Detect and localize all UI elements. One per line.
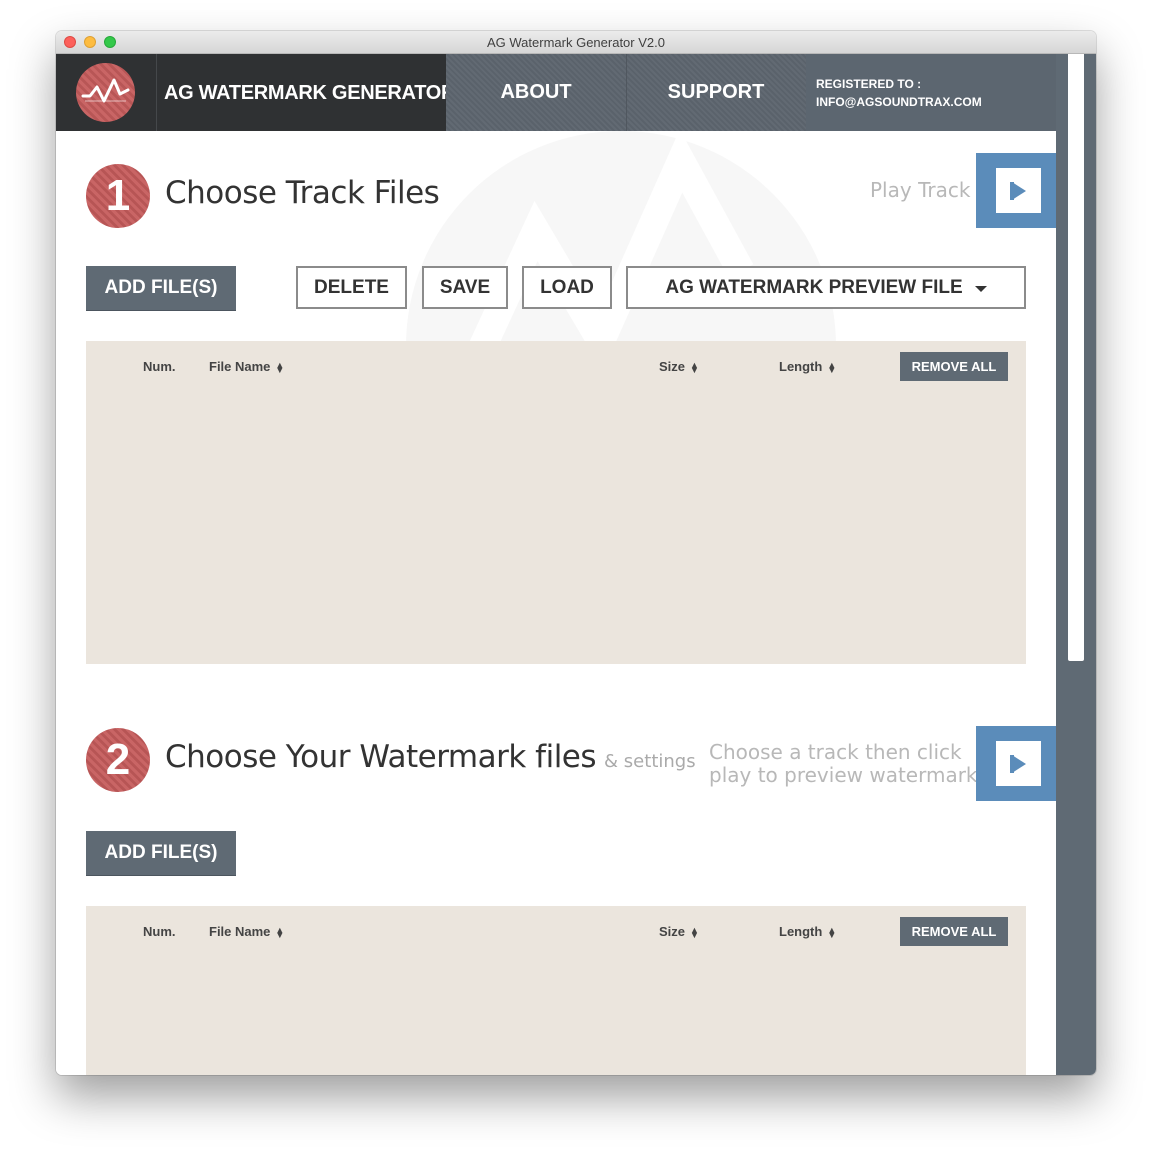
main-content: 1 Choose Track Files Play Track ADD FILE… — [56, 131, 1056, 1075]
registered-label: REGISTERED TO : — [816, 77, 922, 91]
step-2-subtitle: & settings — [604, 751, 696, 772]
col-length[interactable]: Length ▲ ▼ — [779, 924, 836, 939]
app-logo-icon — [76, 63, 135, 122]
app-window: AG Watermark Generator V2.0 AG WATERMARK… — [56, 31, 1096, 1075]
registered-email: INFO@AGSOUNDTRAX.COM — [816, 95, 982, 109]
play-track-icon-box — [996, 168, 1041, 213]
sort-icon: ▲ ▼ — [690, 359, 699, 375]
preset-select-value: AG WATERMARK PREVIEW FILE — [665, 276, 963, 298]
step-2-badge: 2 — [86, 728, 150, 792]
sort-icon: ▲ ▼ — [827, 359, 837, 375]
sort-icon: ▲ ▼ — [690, 924, 699, 940]
remove-all-watermarks-button[interactable]: REMOVE ALL — [900, 917, 1008, 946]
col-size[interactable]: Size ▲ ▼ — [659, 924, 699, 939]
track-files-table[interactable]: Num. File Name ▲ ▼ Size ▲ ▼ Length ▲ ▼ REMOVE … — [86, 341, 1026, 664]
add-watermark-files-button[interactable]: ADD FILE(S) — [86, 831, 236, 876]
watermark-files-table[interactable]: Num. File Name ▲ ▼ Size ▲ ▼ Length ▲ ▼ REMOVE … — [86, 906, 1026, 1075]
registration-info: REGISTERED TO : INFO@AGSOUNDTRAX.COM — [806, 54, 1056, 131]
scrollbar-track[interactable] — [1056, 54, 1096, 1075]
remove-all-tracks-button[interactable]: REMOVE ALL — [900, 352, 1008, 381]
step-1-title: Choose Track Files — [165, 175, 440, 211]
add-track-files-button[interactable]: ADD FILE(S) — [86, 266, 236, 311]
col-length[interactable]: Length ▲ ▼ — [779, 359, 836, 374]
header-divider — [156, 54, 157, 131]
hint-line-2: play to preview watermark — [709, 763, 978, 787]
app-name: AG WATERMARK GENERATOR — [164, 82, 456, 104]
step-1-badge: 1 — [86, 164, 150, 228]
nav-support[interactable]: SUPPORT — [626, 54, 806, 131]
chevron-down-icon — [974, 285, 987, 292]
load-button[interactable]: LOAD — [522, 266, 612, 309]
step-2-title: Choose Your Watermark files & settings — [165, 739, 696, 775]
window-title: AG Watermark Generator V2.0 — [487, 35, 665, 50]
nav-divider — [626, 54, 627, 131]
app-header: AG WATERMARK GENERATOR ABOUT SUPPORT REG… — [56, 54, 1056, 131]
save-button[interactable]: SAVE — [422, 266, 508, 309]
step-2-title-text: Choose Your Watermark files — [165, 739, 597, 775]
preset-select[interactable]: AG WATERMARK PREVIEW FILE — [626, 266, 1026, 309]
col-size[interactable]: Size ▲ ▼ — [659, 359, 699, 374]
col-file-name[interactable]: File Name ▲ ▼ — [209, 359, 284, 374]
sort-icon: ▲ ▼ — [827, 924, 837, 940]
play-icon — [1009, 754, 1026, 773]
delete-button[interactable]: DELETE — [296, 266, 407, 309]
play-icon — [1009, 181, 1026, 200]
hint-line-1: Choose a track then click — [709, 740, 962, 764]
col-file-name[interactable]: File Name ▲ ▼ — [209, 924, 284, 939]
col-num[interactable]: Num. — [143, 924, 176, 939]
play-track-label: Play Track — [870, 178, 971, 202]
preview-watermark-button[interactable] — [976, 726, 1056, 801]
nav-about[interactable]: ABOUT — [446, 54, 626, 131]
sort-icon: ▲ ▼ — [275, 359, 285, 375]
scrollbar-thumb[interactable] — [1068, 54, 1084, 661]
preview-watermark-hint: Choose a track then click play to previe… — [709, 741, 978, 787]
col-num[interactable]: Num. — [143, 359, 176, 374]
play-track-button[interactable] — [976, 153, 1056, 228]
preview-icon-box — [996, 741, 1041, 786]
title-bar[interactable]: AG Watermark Generator V2.0 — [56, 31, 1096, 54]
sort-icon: ▲ ▼ — [275, 924, 285, 940]
